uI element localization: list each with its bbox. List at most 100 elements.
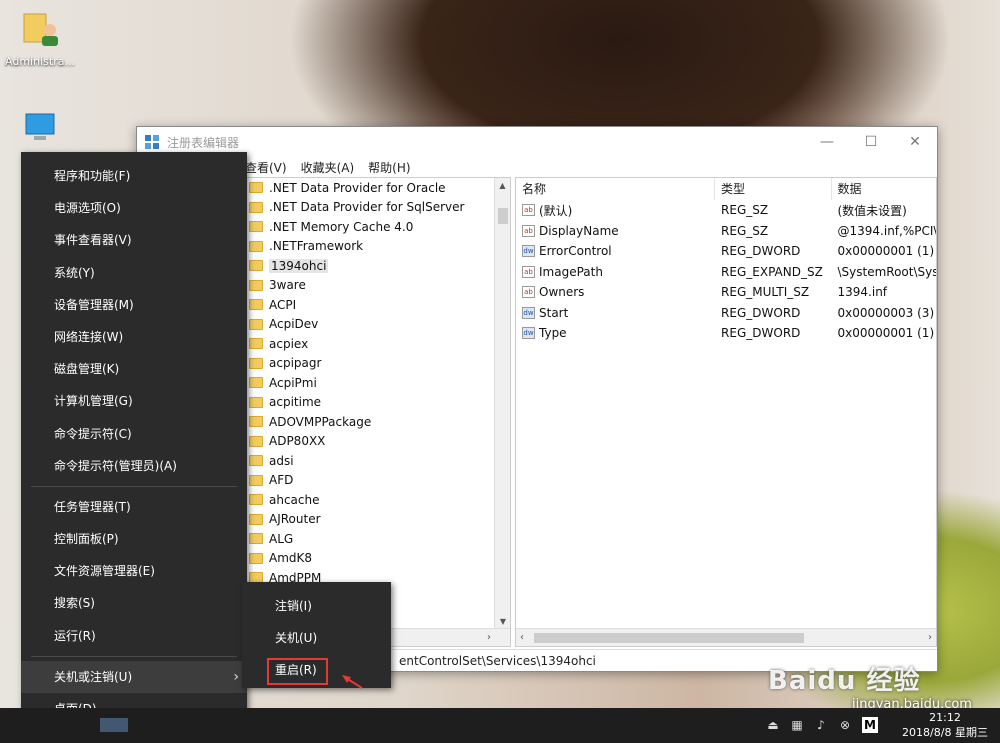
tree-item[interactable]: .NET Data Provider for SqlServer	[249, 198, 495, 218]
value-type: REG_EXPAND_SZ	[721, 264, 823, 279]
values-horizontal-scrollbar[interactable]: ‹ ›	[516, 628, 936, 646]
value-type: REG_SZ	[721, 203, 769, 218]
tree-item[interactable]: .NET Memory Cache 4.0	[249, 217, 495, 237]
taskbar-app-icon[interactable]	[100, 718, 128, 732]
menu-view[interactable]: 查看(V)	[245, 159, 287, 176]
value-row[interactable]: ab ImagePath REG_EXPAND_SZ \SystemRoot\Sy…	[516, 262, 936, 283]
window-title: 注册表编辑器	[167, 135, 240, 150]
folder-icon	[249, 416, 263, 428]
tree-item[interactable]: ADOVMPPackage	[249, 412, 495, 432]
column-name[interactable]: 名称	[516, 178, 716, 200]
tree-item-selected[interactable]: 1394ohci	[249, 256, 495, 276]
network-icon[interactable]: ▦	[790, 718, 804, 732]
value-name: Type	[539, 326, 567, 341]
taskbar-clock[interactable]: 21:12 2018/8/8 星期三	[892, 710, 998, 740]
submenu-item-shut-down[interactable]: 关机(U)	[242, 622, 391, 654]
menu-item-device-manager[interactable]: 设备管理器(M)	[21, 289, 247, 321]
menu-item-programs-features[interactable]: 程序和功能(F)	[21, 160, 247, 192]
tree-item[interactable]: .NETFramework	[249, 237, 495, 257]
menu-item-shutdown-signout[interactable]: 关机或注销(U) ›	[21, 660, 247, 693]
folder-icon	[249, 357, 263, 369]
close-button[interactable]: ✕	[893, 127, 937, 157]
value-row[interactable]: ab DisplayName REG_SZ @1394.inf,%PCI\C	[516, 221, 936, 242]
tree-item[interactable]: ACPI	[249, 295, 495, 315]
menu-item-control-panel[interactable]: 控制面板(P)	[21, 523, 247, 555]
scroll-up-icon[interactable]: ▲	[495, 178, 510, 194]
menu-item-network-connections[interactable]: 网络连接(W)	[21, 321, 247, 353]
scroll-right-icon[interactable]: ›	[928, 629, 932, 646]
ime-indicator[interactable]: M	[862, 717, 878, 733]
folder-icon	[249, 552, 263, 564]
tree-item[interactable]: AcpiPmi	[249, 373, 495, 393]
string-value-icon: ab	[522, 204, 535, 217]
menu-item-task-manager[interactable]: 任务管理器(T)	[21, 491, 247, 523]
value-row[interactable]: dw Start REG_DWORD 0x00000003 (3)	[516, 303, 936, 324]
string-value-icon: ab	[522, 224, 535, 237]
value-name: (默认)	[539, 203, 573, 218]
column-type[interactable]: 类型	[715, 178, 832, 200]
tree-item[interactable]: AFD	[249, 471, 495, 491]
column-data[interactable]: 数据	[832, 178, 937, 200]
tree-item[interactable]: acpiex	[249, 334, 495, 354]
panes: .NET Data Provider for Oracle .NET Data …	[137, 177, 937, 647]
user-folder-icon	[23, 13, 58, 46]
value-type: REG_MULTI_SZ	[721, 285, 810, 300]
menu-item-computer-management[interactable]: 计算机管理(G)	[21, 385, 247, 417]
menu-item-command-prompt[interactable]: 命令提示符(C)	[21, 418, 247, 450]
desktop-icon-label: Administra...	[5, 55, 75, 68]
tree-item[interactable]: acpitime	[249, 393, 495, 413]
scroll-thumb[interactable]	[534, 633, 804, 643]
value-name: ImagePath	[539, 264, 603, 279]
value-type: REG_DWORD	[721, 326, 801, 341]
folder-icon	[249, 299, 263, 311]
value-row[interactable]: ab Owners REG_MULTI_SZ 1394.inf	[516, 282, 936, 303]
value-row[interactable]: dw Type REG_DWORD 0x00000001 (1)	[516, 323, 936, 344]
tree-item[interactable]: AcpiDev	[249, 315, 495, 335]
value-type: REG_DWORD	[721, 305, 801, 320]
menu-help[interactable]: 帮助(H)	[368, 159, 410, 176]
tree-item[interactable]: ALG	[249, 529, 495, 549]
usb-icon[interactable]: ⏏	[766, 718, 780, 732]
scroll-thumb[interactable]	[498, 208, 508, 224]
minimize-button[interactable]: —	[805, 127, 849, 157]
value-row[interactable]: dw ErrorControl REG_DWORD 0x00000001 (1)	[516, 241, 936, 262]
value-data: 0x00000001 (1)	[837, 244, 935, 259]
title-bar[interactable]: 注册表编辑器 — ☐ ✕	[137, 127, 937, 157]
tree-item[interactable]: .NET Data Provider for Oracle	[249, 178, 495, 198]
tree-item[interactable]: AmdK8	[249, 549, 495, 569]
notification-off-icon[interactable]: ⊗	[838, 718, 852, 732]
value-data: 0x00000001 (1)	[837, 326, 935, 341]
menu-item-system[interactable]: 系统(Y)	[21, 257, 247, 289]
value-row[interactable]: ab (默认) REG_SZ (数值未设置)	[516, 200, 936, 221]
tree-item[interactable]: AJRouter	[249, 510, 495, 530]
menu-item-run[interactable]: 运行(R)	[21, 620, 247, 652]
submenu-item-sign-out[interactable]: 注销(I)	[242, 590, 391, 622]
menu-item-power-options[interactable]: 电源选项(O)	[21, 192, 247, 224]
value-data: (数值未设置)	[837, 203, 907, 218]
scroll-left-icon[interactable]: ‹	[520, 629, 524, 646]
values-list: 名称 类型 数据 ab (默认) REG_SZ (数值未设置) ab Display…	[515, 177, 937, 647]
watermark-brand: Baidu 经验	[768, 666, 921, 696]
tree-item[interactable]: 3ware	[249, 276, 495, 296]
menu-item-event-viewer[interactable]: 事件查看器(V)	[21, 224, 247, 256]
tree-item[interactable]: ahcache	[249, 490, 495, 510]
binary-value-icon: dw	[522, 327, 535, 340]
folder-icon	[249, 221, 263, 233]
desktop-icon-user-folder[interactable]: Administra...	[4, 8, 76, 68]
tree-vertical-scrollbar[interactable]: ▲ ▼	[494, 178, 510, 630]
tree-item[interactable]: acpipagr	[249, 354, 495, 374]
maximize-button[interactable]: ☐	[849, 127, 893, 157]
volume-icon[interactable]: ♪	[814, 718, 828, 732]
menu-favorites[interactable]: 收藏夹(A)	[301, 159, 355, 176]
folder-icon	[249, 494, 263, 506]
computer-icon	[25, 113, 55, 140]
menu-item-disk-management[interactable]: 磁盘管理(K)	[21, 353, 247, 385]
menu-item-label: 关机或注销(U)	[54, 669, 133, 684]
menu-item-command-prompt-admin[interactable]: 命令提示符(管理员)(A)	[21, 450, 247, 482]
scroll-right-icon[interactable]: ›	[487, 629, 491, 646]
menu-item-search[interactable]: 搜索(S)	[21, 587, 247, 619]
tree-item[interactable]: adsi	[249, 451, 495, 471]
menu-item-file-explorer[interactable]: 文件资源管理器(E)	[21, 555, 247, 587]
desktop-icon-this-pc[interactable]	[4, 110, 76, 157]
tree-item[interactable]: ADP80XX	[249, 432, 495, 452]
